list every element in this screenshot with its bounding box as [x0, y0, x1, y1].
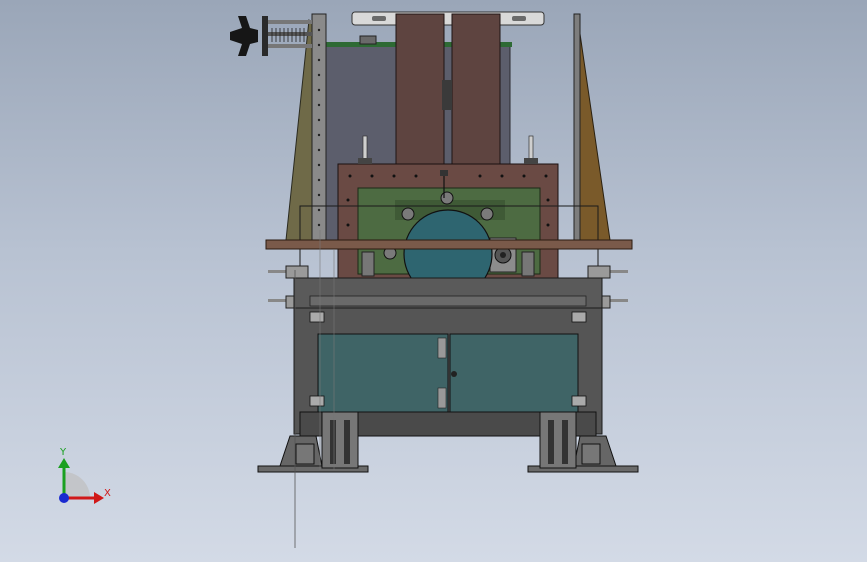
door-lock-icon [451, 371, 457, 377]
right-triangular-brace [577, 19, 611, 241]
machine-drawing: Y X [58, 11, 639, 548]
cabinet-door-right [449, 333, 579, 413]
x-axis-label: X [104, 488, 111, 499]
cad-viewport[interactable]: Y X [0, 0, 867, 562]
top-small-block [359, 35, 377, 45]
handwheel-assembly [230, 16, 312, 56]
y-axis-label: Y [59, 447, 67, 458]
left-column [395, 13, 445, 165]
coordinate-triad: Y X [58, 447, 111, 504]
right-column [451, 13, 501, 165]
cabinet-door-left [317, 333, 449, 413]
wooden-shelf [265, 239, 633, 250]
